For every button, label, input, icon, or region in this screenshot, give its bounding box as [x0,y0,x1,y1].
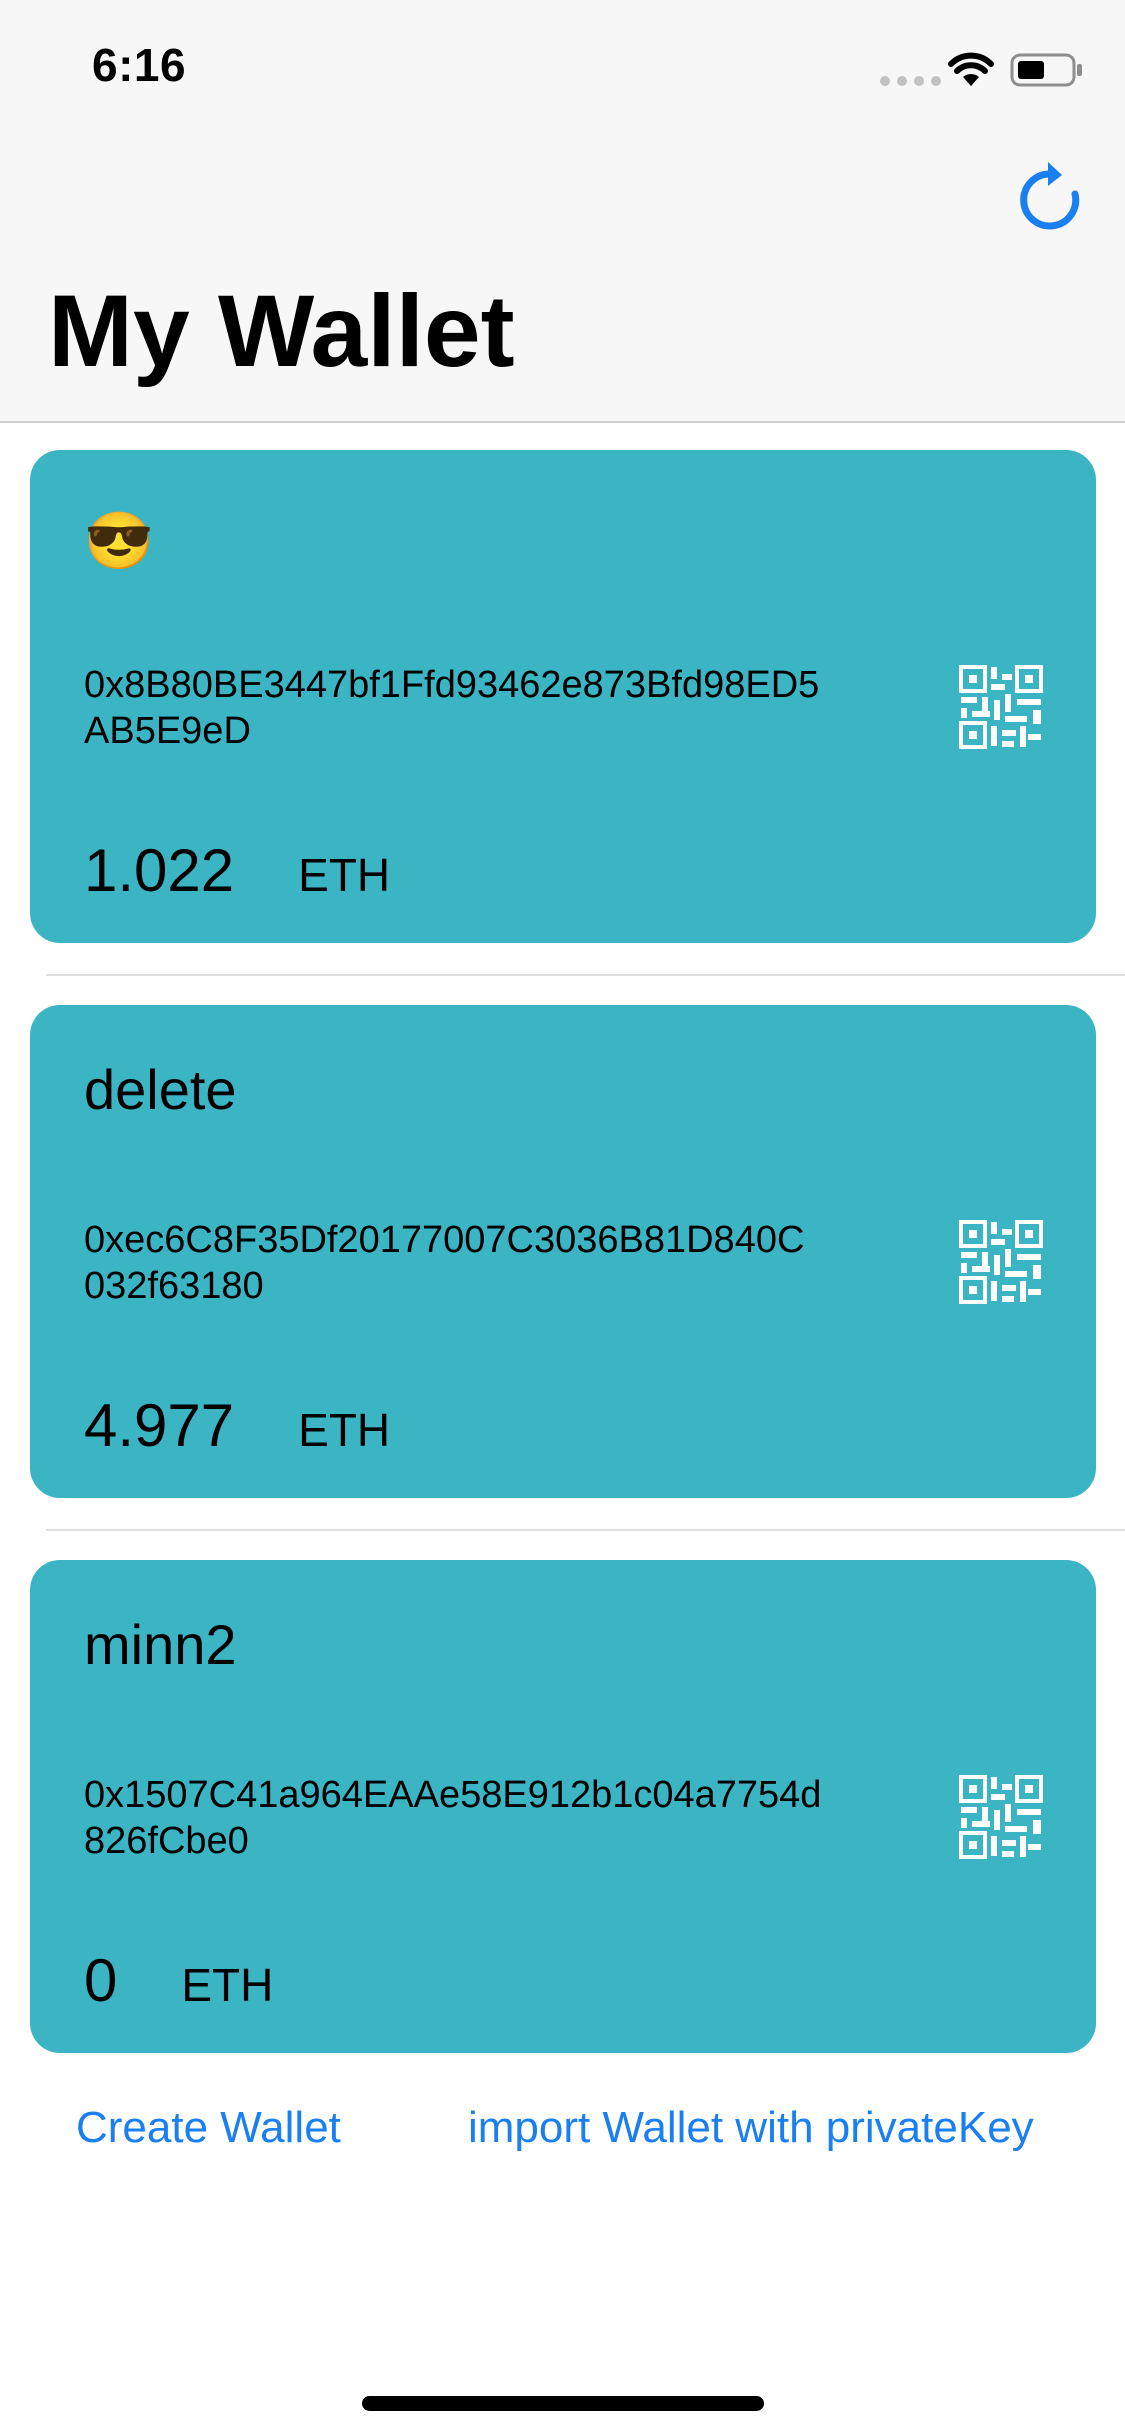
import-wallet-button[interactable]: import Wallet with privateKey [468,2103,1034,2153]
wallet-cell: delete 0xec6C8F35Df20177007C3036B81D840C… [0,976,1125,1531]
wallet-name: 😎 [84,509,154,572]
wallet-name: minn2 [84,1613,237,1676]
page-title: My Wallet [48,274,515,388]
wallet-name: delete [84,1058,237,1121]
cellular-signal-icon [880,76,941,86]
qr-code-icon[interactable] [958,664,1044,750]
balance-unit: ETH [298,849,391,901]
wallet-cell: minn2 0x1507C41a964EAAe58E912b1c04a7754d… [0,1531,1125,2086]
balance-unit: ETH [298,1404,391,1456]
wallet-address: 0x1507C41a964EAAe58E912b1c04a7754d826fCb… [84,1774,822,1862]
qr-code-icon[interactable] [958,1774,1044,1860]
wallet-list: 😎 0x8B80BE3447bf1Ffd93462e873Bfd98ED5AB5… [0,421,1125,2086]
balance-unit: ETH [181,1959,274,2011]
balance-row: 4.977 ETH [84,1391,390,1460]
wallet-address: 0xec6C8F35Df20177007C3036B81D840C032f631… [84,1219,805,1307]
wifi-icon [948,52,994,86]
refresh-icon[interactable] [1012,160,1088,236]
wallet-card[interactable]: delete 0xec6C8F35Df20177007C3036B81D840C… [30,1005,1096,1498]
wallet-address: 0x8B80BE3447bf1Ffd93462e873Bfd98ED5AB5E9… [84,664,820,752]
home-indicator[interactable] [362,2396,764,2411]
create-wallet-button[interactable]: Create Wallet [76,2103,341,2153]
status-bar: 6:16 [0,0,1125,140]
status-time: 6:16 [92,39,187,91]
balance-amount: 0 [84,1947,118,2014]
qr-code-icon[interactable] [958,1219,1044,1305]
balance-amount: 1.022 [84,837,235,904]
balance-amount: 4.977 [84,1392,235,1459]
balance-row: 0 ETH [84,1946,273,2015]
wallet-card[interactable]: minn2 0x1507C41a964EAAe58E912b1c04a7754d… [30,1560,1096,2053]
navigation-bar: My Wallet [0,140,1125,423]
balance-row: 1.022 ETH [84,836,390,905]
wallet-cell: 😎 0x8B80BE3447bf1Ffd93462e873Bfd98ED5AB5… [0,421,1125,976]
wallet-actions: Create Wallet import Wallet with private… [0,2095,1125,2165]
battery-icon [1010,53,1082,87]
wallet-card[interactable]: 😎 0x8B80BE3447bf1Ffd93462e873Bfd98ED5AB5… [30,450,1096,943]
